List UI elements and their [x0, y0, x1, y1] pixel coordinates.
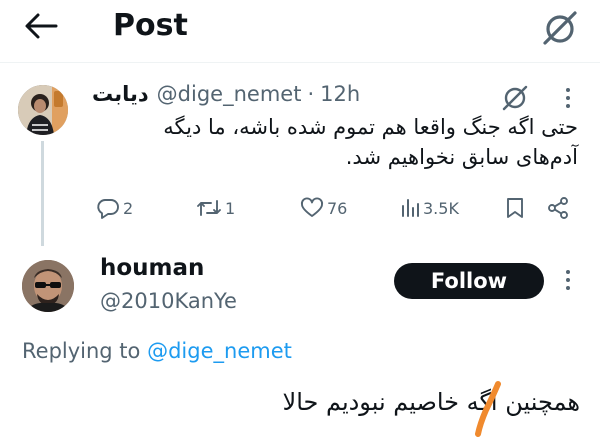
avatar[interactable]: [18, 85, 68, 135]
views-button[interactable]: 3.5K: [400, 193, 459, 223]
replying-to-line: Replying to @dige_nemet: [22, 335, 292, 367]
author-name[interactable]: houman: [100, 252, 204, 284]
post-time[interactable]: 12h: [320, 82, 360, 106]
avatar[interactable]: [22, 260, 74, 312]
thread-connector: [41, 141, 44, 246]
post-text: حتی اگه جنگ واقعا هم تموم شده باشه، ما د…: [163, 115, 578, 169]
arrow-left-icon: [25, 13, 58, 39]
post-actions: 2 1 76 3.5K: [94, 193, 584, 223]
like-button[interactable]: 76: [300, 193, 347, 223]
author-handle[interactable]: @2010KanYe: [100, 287, 237, 315]
grok-button[interactable]: [538, 6, 584, 50]
share-button[interactable]: [546, 193, 570, 223]
avatar-image: [22, 260, 74, 312]
back-button[interactable]: [20, 8, 64, 46]
bookmark-button[interactable]: [504, 193, 526, 223]
view-count: 3.5K: [423, 198, 459, 218]
avatar-image: [18, 85, 68, 135]
page-title: Post: [113, 8, 188, 43]
more-options-button[interactable]: [556, 86, 580, 110]
reply-icon: [97, 199, 119, 219]
grok-analyze-button[interactable]: [496, 82, 536, 114]
separator-dot: ·: [307, 82, 315, 106]
reply-text: همچنین اگه خاصیم نبودیم حالا: [282, 388, 581, 416]
grok-icon: [502, 85, 528, 111]
replying-to-label: Replying to: [22, 339, 141, 363]
author-handle[interactable]: @dige_nemet: [157, 82, 302, 106]
share-icon: [548, 197, 568, 219]
replying-to-handle-link[interactable]: @dige_nemet: [147, 339, 292, 363]
parent-post-header: دیابت @dige_nemet · 12h: [92, 80, 360, 108]
more-vertical-icon: [566, 88, 570, 108]
repost-icon: [197, 200, 221, 216]
header-bar: [0, 0, 600, 63]
more-options-button[interactable]: [556, 268, 580, 292]
reply-count: 2: [123, 198, 134, 218]
orange-annotation-mark: [470, 380, 510, 438]
more-vertical-icon: [566, 270, 570, 290]
repost-count: 1: [225, 198, 236, 218]
author-name[interactable]: دیابت: [92, 82, 149, 106]
like-count: 76: [327, 198, 348, 218]
views-icon: [402, 199, 419, 217]
bookmark-icon: [507, 198, 523, 218]
grok-icon: [543, 11, 577, 45]
repost-button[interactable]: 1: [196, 193, 235, 223]
reply-button[interactable]: 2: [96, 193, 133, 223]
follow-button[interactable]: Follow: [394, 263, 544, 299]
heart-icon: [301, 197, 323, 217]
